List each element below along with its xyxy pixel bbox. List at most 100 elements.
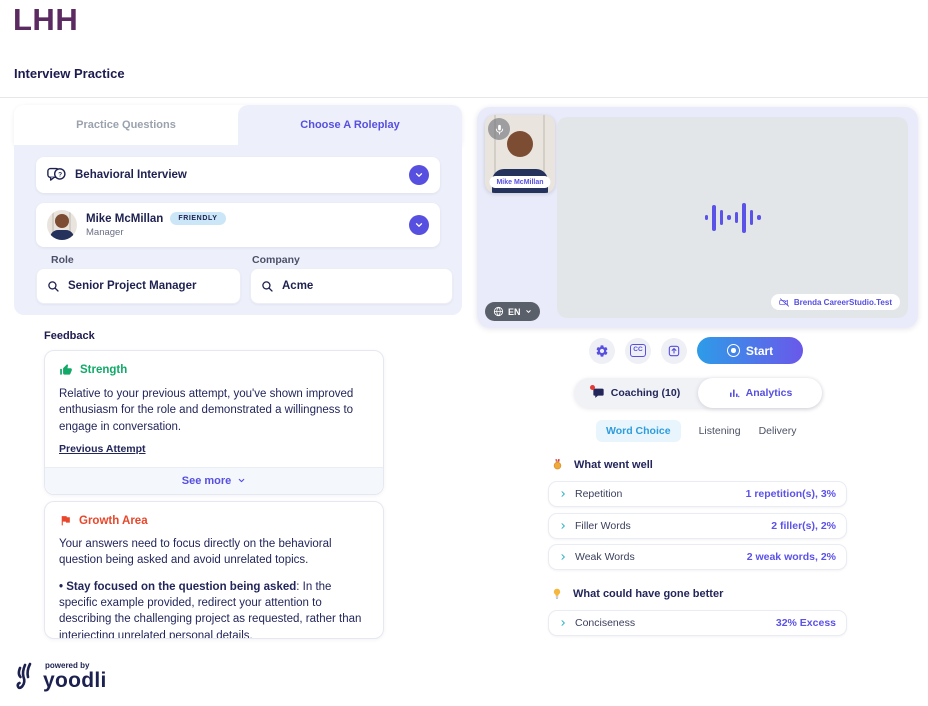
analytics-row-repetition[interactable]: Repetition 1 repetition(s), 3% <box>548 481 847 507</box>
search-icon <box>261 280 274 293</box>
interview-type-expand-button[interactable] <box>409 165 429 185</box>
camera-off-icon <box>779 297 790 308</box>
row-value: 2 weak words, 2% <box>747 551 836 563</box>
tab-analytics[interactable]: Analytics <box>698 378 822 408</box>
persona-role: Manager <box>86 227 226 238</box>
powered-by-yoodli: powered by yoodli <box>14 659 107 691</box>
gone-better-heading: What could have gone better <box>551 587 723 600</box>
upload-icon <box>667 344 681 358</box>
chevron-down-icon <box>525 308 532 315</box>
share-button[interactable] <box>661 338 687 364</box>
analytics-subtabs: Word Choice Listening Delivery <box>596 420 797 442</box>
chevron-right-icon <box>559 490 567 498</box>
analytics-bars-icon <box>728 387 740 399</box>
microphone-icon[interactable] <box>488 118 510 140</box>
chevron-down-icon <box>414 170 424 180</box>
company-search-input[interactable]: Acme <box>250 268 453 304</box>
growth-area-body: Your answers need to focus directly on t… <box>45 527 383 569</box>
persona-expand-button[interactable] <box>409 215 429 235</box>
video-call-card: Mike McMillan Brenda Care <box>477 107 918 328</box>
analytics-row-conciseness[interactable]: Conciseness 32% Excess <box>548 610 847 636</box>
analytics-tab-label: Analytics <box>746 387 793 399</box>
chevron-right-icon <box>559 553 567 561</box>
chevron-down-icon <box>237 476 246 485</box>
persona-name: Mike McMillan <box>86 213 163 225</box>
role-search-input[interactable]: Senior Project Manager <box>36 268 241 304</box>
tab-practice-questions[interactable]: Practice Questions <box>14 105 238 145</box>
growth-area-bullet: • Stay focused on the question being ask… <box>45 569 383 639</box>
user-video-stage: Brenda CareerStudio.Test <box>557 117 908 318</box>
session-column: Mike McMillan Brenda Care <box>477 107 918 667</box>
strength-body: Relative to your previous attempt, you'v… <box>45 377 383 435</box>
svg-text:?: ? <box>58 171 62 178</box>
record-icon <box>727 344 740 357</box>
lightbulb-icon <box>551 587 563 600</box>
growth-area-title: Growth Area <box>79 515 148 527</box>
interview-type-selector[interactable]: ? Behavioral Interview <box>36 157 440 193</box>
see-more-label: See more <box>182 475 232 487</box>
analytics-row-weak-words[interactable]: Weak Words 2 weak words, 2% <box>548 544 847 570</box>
coaching-chat-icon <box>592 387 605 400</box>
coaching-tab-label: Coaching (10) <box>611 387 680 399</box>
row-label: Conciseness <box>575 617 635 629</box>
chat-question-icon: ? <box>47 167 66 183</box>
user-watermark-pill: Brenda CareerStudio.Test <box>771 294 900 310</box>
persona-selector[interactable]: Mike McMillan FRIENDLY Manager <box>36 203 440 247</box>
user-watermark-label: Brenda CareerStudio.Test <box>794 298 892 307</box>
flag-icon <box>59 514 72 527</box>
yoodli-squiggle-icon <box>14 659 38 691</box>
previous-attempt-link[interactable]: Previous Attempt <box>59 443 146 455</box>
see-more-button[interactable]: See more <box>45 467 383 494</box>
tab-coaching[interactable]: Coaching (10) <box>574 378 698 408</box>
roleplay-tabbar: Practice Questions Choose A Roleplay <box>14 105 462 145</box>
row-label: Filler Words <box>575 520 631 532</box>
gone-better-label: What could have gone better <box>573 588 723 600</box>
row-label: Repetition <box>575 488 622 500</box>
session-controls: CC Start <box>589 337 803 364</box>
row-value: 2 filler(s), 2% <box>771 520 836 532</box>
thumbs-up-icon <box>59 363 73 377</box>
lhh-logo: LHH <box>13 2 78 38</box>
roleplay-panel: ? Behavioral Interview Mike McMillan FRI… <box>14 145 462 315</box>
yoodli-wordmark: yoodli <box>43 670 107 691</box>
globe-icon <box>493 306 504 317</box>
company-value: Acme <box>282 280 313 292</box>
medal-icon <box>551 458 564 471</box>
interviewer-name-pill: Mike McMillan <box>489 176 550 188</box>
strength-title: Strength <box>80 364 127 376</box>
tab-choose-a-roleplay[interactable]: Choose A Roleplay <box>238 105 462 145</box>
growth-bullet-lead: • Stay focused on the question being ask… <box>59 581 296 593</box>
persona-avatar <box>47 210 77 240</box>
start-label: Start <box>746 344 773 358</box>
audio-waveform-icon <box>705 203 761 233</box>
role-field-label: Role <box>51 254 74 266</box>
chevron-down-icon <box>414 220 424 230</box>
cc-icon: CC <box>630 344 646 357</box>
subtab-delivery[interactable]: Delivery <box>759 420 797 442</box>
header-divider <box>0 97 928 98</box>
chevron-right-icon <box>559 522 567 530</box>
subtab-listening[interactable]: Listening <box>699 420 741 442</box>
notification-dot <box>590 385 595 390</box>
interview-practice-app: LHH Interview Practice Practice Question… <box>0 0 928 706</box>
captions-button[interactable]: CC <box>625 338 651 364</box>
start-button[interactable]: Start <box>697 337 803 364</box>
analytics-row-filler-words[interactable]: Filler Words 2 filler(s), 2% <box>548 513 847 539</box>
interviewer-video-thumbnail: Mike McMillan <box>485 115 555 193</box>
page-title: Interview Practice <box>14 66 125 81</box>
chevron-right-icon <box>559 619 567 627</box>
settings-button[interactable] <box>589 338 615 364</box>
language-value: EN <box>508 307 521 317</box>
coach-segment-control: Coaching (10) Analytics <box>574 378 822 408</box>
strength-card: Strength Relative to your previous attem… <box>44 350 384 495</box>
feedback-heading: Feedback <box>44 330 95 342</box>
company-field-label: Company <box>252 254 300 266</box>
row-label: Weak Words <box>575 551 635 563</box>
row-value: 1 repetition(s), 3% <box>746 488 836 500</box>
subtab-word-choice[interactable]: Word Choice <box>596 420 681 442</box>
language-selector[interactable]: EN <box>485 302 540 321</box>
search-icon <box>47 280 60 293</box>
interview-type-label: Behavioral Interview <box>75 169 187 181</box>
role-value: Senior Project Manager <box>68 280 196 292</box>
went-well-heading: What went well <box>551 458 653 471</box>
